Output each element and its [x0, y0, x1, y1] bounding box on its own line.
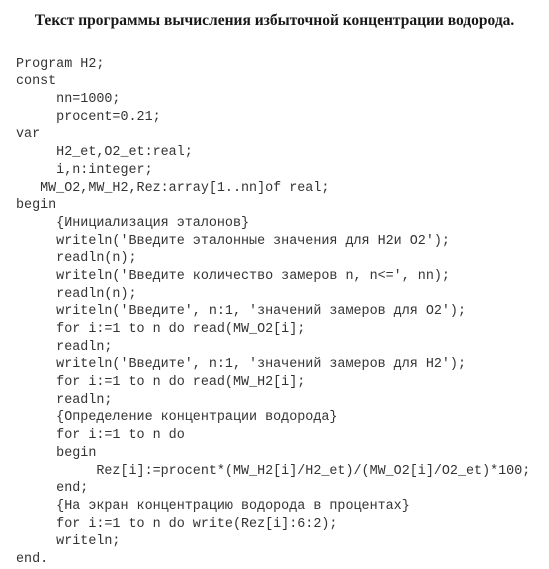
code-line: writeln('Введите количество замеров n, n…: [16, 269, 450, 284]
code-line: readln;: [16, 340, 112, 355]
code-line: for i:=1 to n do write(Rez[i]:6:2);: [16, 517, 337, 532]
code-line: {На экран концентрацию водорода в процен…: [16, 499, 410, 514]
code-line: Rez[i]:=procent*(MW_H2[i]/H2_et)/(MW_O2[…: [16, 464, 530, 479]
code-line: i,n:integer;: [16, 163, 153, 178]
code-line: for i:=1 to n do read(MW_O2[i];: [16, 322, 305, 337]
code-line: const: [16, 74, 56, 89]
code-line: readln(n);: [16, 287, 137, 302]
code-line: writeln;: [16, 534, 120, 549]
code-line: Program H2;: [16, 57, 104, 72]
code-line: readln;: [16, 393, 112, 408]
code-line: H2_et,O2_et:real;: [16, 145, 193, 160]
code-line: for i:=1 to n do read(MW_H2[i];: [16, 375, 305, 390]
code-line: writeln('Введите', n:1, 'значений замеро…: [16, 304, 466, 319]
code-line: for i:=1 to n do: [16, 428, 185, 443]
code-line: {Инициализация эталонов}: [16, 216, 249, 231]
code-line: nn=1000;: [16, 92, 120, 107]
code-line: begin: [16, 198, 56, 213]
code-listing: Program H2; const nn=1000; procent=0.21;…: [16, 38, 533, 569]
code-line: MW_O2,MW_H2,Rez:array[1..nn]of real;: [16, 181, 329, 196]
code-line: writeln('Введите', n:1, 'значений замеро…: [16, 357, 466, 372]
code-line: end;: [16, 481, 88, 496]
code-line: writeln('Введите эталонные значения для …: [16, 234, 450, 249]
code-line: {Определение концентрации водорода}: [16, 410, 337, 425]
page-title: Текст программы вычисления избыточной ко…: [16, 12, 533, 30]
code-line: var: [16, 127, 40, 142]
code-line: procent=0.21;: [16, 110, 161, 125]
code-line: readln(n);: [16, 251, 137, 266]
code-line: begin: [16, 446, 96, 461]
code-line: end.: [16, 552, 48, 567]
